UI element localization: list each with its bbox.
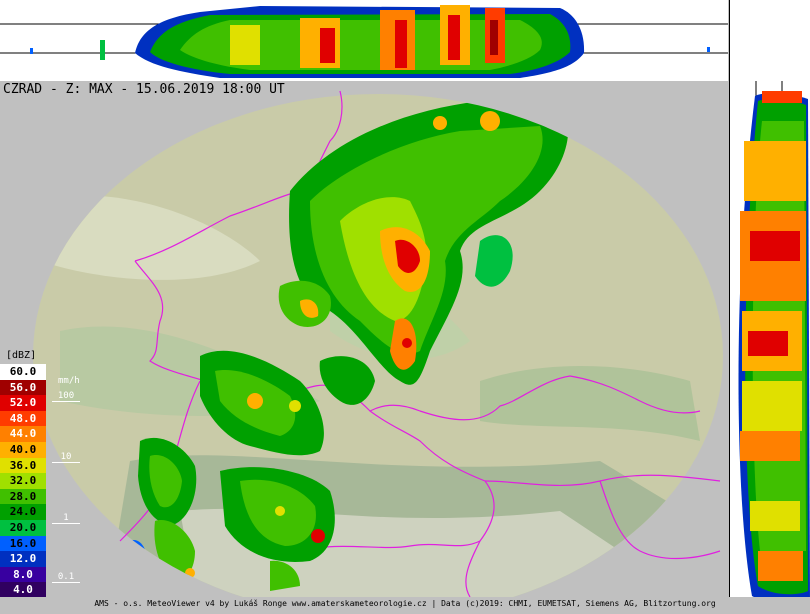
rain-tick-1: 1 — [52, 513, 80, 524]
radar-map[interactable] — [0, 81, 728, 597]
legend-row: 44.0 — [0, 426, 46, 442]
legend-row: 60.0 — [0, 364, 46, 380]
rain-tick-100: 100 — [52, 391, 80, 402]
top-vertical-profile — [0, 0, 728, 82]
legend-row: 48.0 — [0, 410, 46, 427]
legend-row: 36.0 — [0, 457, 46, 474]
map-title: CZRAD - Z: MAX - 15.06.2019 18:00 UT — [3, 82, 285, 97]
legend-row: 4.0 — [0, 582, 46, 598]
rain-rate-unit: mm/h — [58, 376, 80, 386]
radar-map-svg — [33, 90, 723, 597]
rain-tick-10: 10 — [52, 452, 80, 463]
legend-row: 52.0 — [0, 395, 46, 411]
top-profile-plot — [0, 5, 728, 78]
legend-row: 24.0 — [0, 504, 46, 520]
legend-row: 20.0 — [0, 519, 46, 536]
footer-credits: AMS - o.s. MeteoViewer v4 by Lukáš Ronge… — [0, 597, 810, 610]
legend-row: 16.0 — [0, 535, 46, 552]
legend-row: 8.0 — [0, 566, 46, 583]
dbz-legend: [dBZ] 60.0 56.0 52.0 48.0 44.0 40.0 36.0 32.0 28… — [0, 350, 80, 598]
legend-row: 56.0 — [0, 379, 46, 396]
legend-row: 32.0 — [0, 473, 46, 489]
legend-unit: [dBZ] — [6, 350, 37, 361]
legend-row: 28.0 — [0, 488, 46, 505]
legend-row: 12.0 — [0, 551, 46, 567]
corner-box — [729, 0, 810, 82]
side-profile-plot — [738, 81, 810, 610]
rain-tick-0.1: 0.1 — [52, 572, 80, 583]
side-vertical-profile — [729, 81, 810, 610]
legend-row: 40.0 — [0, 441, 46, 458]
